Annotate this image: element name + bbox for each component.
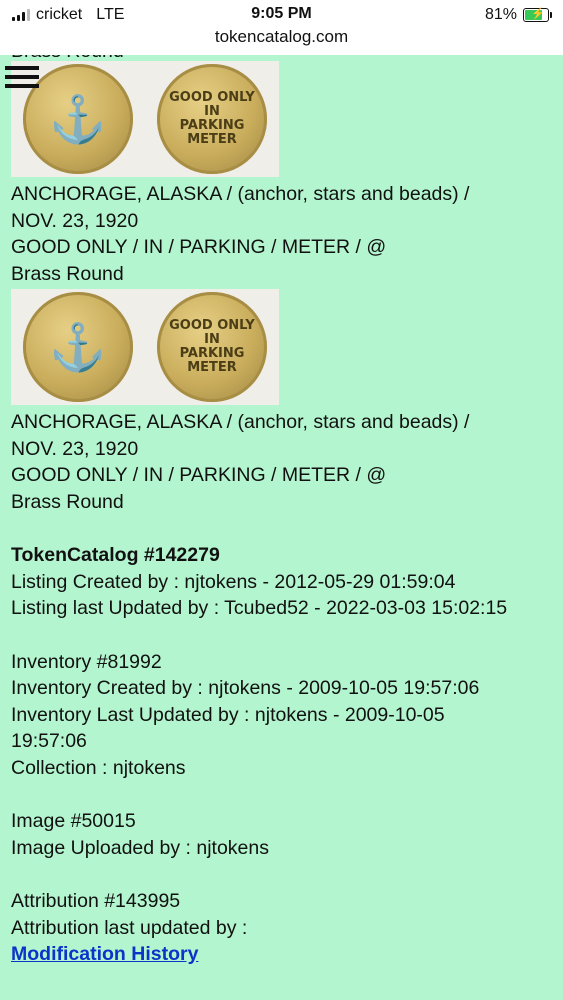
charging-icon: ⚡: [531, 8, 545, 20]
inventory-id: Inventory #81992: [11, 650, 162, 673]
inventory-updated: Inventory Last Updated by : njtokens - 2…: [11, 703, 445, 726]
token-front-text-date: NOV. 23, 1920: [11, 209, 139, 232]
inventory-collection: Collection : njtokens: [11, 756, 186, 779]
token-material: Brass Round: [11, 490, 124, 513]
coin-obverse-face: ⚓: [23, 292, 133, 402]
token-front-text: ANCHORAGE, ALASKA / (anchor, stars and b…: [11, 411, 470, 433]
coin-reverse-face: GOOD ONLY IN PARKING METER: [157, 292, 267, 402]
coin-reverse-line: IN: [204, 104, 220, 119]
token-front-text: ANCHORAGE, ALASKA / (anchor, stars and b…: [11, 183, 470, 205]
coin-reverse-line: GOOD ONLY: [169, 318, 255, 333]
attribution-updated: Attribution last updated by :: [11, 916, 248, 939]
url-bar[interactable]: tokencatalog.com: [0, 27, 563, 47]
coin-obverse: ⚓: [11, 289, 145, 405]
coin-reverse-line: GOOD ONLY: [169, 90, 255, 105]
inventory-updated-time: 19:57:06: [11, 730, 87, 752]
battery-percent: 81%: [484, 6, 517, 23]
coin-obverse-face: ⚓: [23, 64, 133, 174]
listing-created: Listing Created by : njtokens - 2012-05-…: [11, 570, 456, 593]
attribution-id: Attribution #143995: [11, 890, 181, 912]
listing-updated: Listing last Updated by : Tcubed52 - 202…: [11, 597, 508, 619]
token-material: Brass Round: [11, 262, 124, 285]
battery-icon: ⚡: [523, 8, 552, 22]
image-uploaded: Image Uploaded by : njtokens: [11, 836, 269, 859]
listing-title: TokenCatalog #142279: [11, 544, 220, 566]
token-back-text: GOOD ONLY / IN / PARKING / METER / @: [11, 236, 387, 258]
coin-reverse: GOOD ONLY IN PARKING METER: [145, 61, 279, 177]
coin-reverse-face: GOOD ONLY IN PARKING METER: [157, 64, 267, 174]
clock: 9:05 PM: [251, 5, 312, 22]
image-id: Image #50015: [11, 810, 136, 832]
hamburger-menu-icon[interactable]: [5, 66, 39, 88]
modification-history-link[interactable]: Modification History: [11, 943, 198, 965]
coin-reverse: GOOD ONLY IN PARKING METER: [145, 289, 279, 405]
status-bar: cricket LTE 9:05 PM tokencatalog.com 81%…: [0, 0, 563, 55]
token-image-1[interactable]: ⚓ GOOD ONLY IN PARKING METER: [11, 61, 279, 177]
coin-reverse-line: PARKING: [179, 346, 245, 361]
status-right: 81% ⚡: [484, 6, 552, 24]
coin-reverse-line: METER: [187, 360, 237, 375]
token-image-2[interactable]: ⚓ GOOD ONLY IN PARKING METER: [11, 289, 279, 405]
token-front-text-date: NOV. 23, 1920: [11, 437, 139, 460]
token-back-text: GOOD ONLY / IN / PARKING / METER / @: [11, 464, 387, 486]
coin-reverse-line: PARKING: [179, 118, 245, 133]
coin-reverse-line: METER: [187, 132, 237, 147]
coin-reverse-line: IN: [204, 332, 220, 347]
anchor-icon: ⚓: [49, 321, 107, 373]
inventory-created: Inventory Created by : njtokens - 2009-1…: [11, 677, 480, 699]
anchor-icon: ⚓: [49, 93, 107, 145]
page-content: Brass Round ⚓ GOOD ONLY IN PARKING METER…: [11, 38, 556, 968]
